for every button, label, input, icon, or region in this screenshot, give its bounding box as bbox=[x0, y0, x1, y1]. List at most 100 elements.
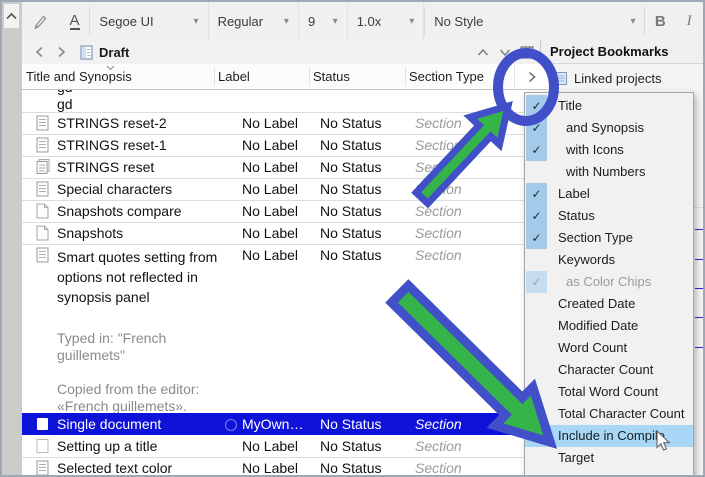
chevron-up-icon bbox=[6, 12, 17, 20]
previous-document-button[interactable] bbox=[472, 48, 494, 57]
menu-item-include-in-compile[interactable]: Include in Compile bbox=[525, 425, 693, 447]
row-synopsis: gd bbox=[57, 96, 73, 112]
paragraph-style-select[interactable]: No Style ▾ bbox=[425, 2, 644, 40]
table-row[interactable]: STRINGS reset No Label No Status Section bbox=[22, 156, 547, 179]
row-status: No Status bbox=[320, 247, 382, 263]
menu-item-target[interactable]: Target bbox=[525, 447, 693, 469]
bookmarks-list-clipped bbox=[694, 92, 703, 475]
row-section-type: Section bbox=[415, 137, 462, 153]
editor-header: Draft bbox=[22, 40, 540, 65]
font-style-value: Regular bbox=[217, 13, 264, 29]
document-stack-icon bbox=[36, 159, 50, 175]
check-icon: ✓ bbox=[526, 227, 547, 249]
table-row[interactable]: Setting up a title No Label No Status Se… bbox=[22, 435, 547, 458]
table-row[interactable]: Snapshots compare No Label No Status Sec… bbox=[22, 200, 547, 223]
chevron-right-icon bbox=[528, 71, 536, 82]
bookmarks-panel-title: Project Bookmarks bbox=[550, 44, 669, 59]
font-size-value: 9 bbox=[307, 13, 316, 29]
menu-item-word-count[interactable]: Word Count bbox=[525, 337, 693, 359]
menu-item-total-word-count[interactable]: Total Word Count bbox=[525, 381, 693, 403]
next-document-button[interactable] bbox=[494, 48, 516, 57]
table-row[interactable]: Special characters No Label No Status Se… bbox=[22, 178, 547, 201]
row-label: No Label bbox=[242, 181, 299, 197]
row-status: No Status bbox=[320, 137, 382, 153]
outliner-column-header: Title and Synopsis Label Status Section … bbox=[22, 64, 548, 90]
row-title: Single document bbox=[57, 416, 162, 432]
column-header-section-type[interactable]: Section Type bbox=[409, 64, 484, 89]
row-title: Selected text color bbox=[57, 460, 173, 476]
font-size-select[interactable]: 9 ▾ bbox=[299, 2, 348, 40]
row-label: No Label bbox=[242, 137, 299, 153]
chevron-down-icon: ▾ bbox=[409, 15, 415, 27]
show-columns-button[interactable] bbox=[514, 64, 548, 89]
table-row[interactable]: STRINGS reset-2 No Label No Status Secti… bbox=[22, 112, 547, 135]
column-header-status[interactable]: Status bbox=[313, 64, 350, 89]
table-row[interactable]: Snapshots No Label No Status Section bbox=[22, 222, 547, 245]
table-row[interactable]: Selected text color No Label No Status S… bbox=[22, 457, 547, 476]
menu-item-label[interactable]: ✓ Label bbox=[525, 183, 693, 205]
font-family-select[interactable]: Segoe UI ▾ bbox=[90, 2, 209, 40]
menu-item-section-type[interactable]: ✓ Section Type bbox=[525, 227, 693, 249]
table-row-selected[interactable]: Single document MyOwnLa… No Status Secti… bbox=[22, 413, 547, 435]
menu-item-target-type[interactable]: Target Type bbox=[525, 469, 693, 475]
row-label: No Label bbox=[242, 159, 299, 175]
project-document-icon bbox=[556, 71, 567, 85]
row-label: No Label bbox=[242, 460, 299, 476]
clipped-link-fragment bbox=[695, 279, 703, 289]
column-header-title[interactable]: Title and Synopsis bbox=[26, 64, 132, 89]
menu-item-with-numbers[interactable]: with Numbers bbox=[525, 161, 693, 183]
italic-button[interactable]: I bbox=[675, 2, 703, 40]
column-divider[interactable] bbox=[309, 67, 310, 86]
left-scroll-strip[interactable] bbox=[2, 2, 23, 475]
table-row[interactable]: gd gd bbox=[22, 90, 547, 113]
selected-document-icon bbox=[36, 416, 50, 432]
text-color-button[interactable]: A bbox=[60, 2, 90, 40]
menu-item-total-character-count[interactable]: Total Character Count bbox=[525, 403, 693, 425]
table-row[interactable]: Smart quotes setting from options not re… bbox=[22, 244, 547, 414]
row-title: Smart quotes setting from options not re… bbox=[57, 249, 218, 305]
font-style-select[interactable]: Regular ▾ bbox=[209, 2, 299, 40]
check-icon bbox=[526, 161, 547, 183]
row-status: No Status bbox=[320, 438, 382, 454]
text-document-icon bbox=[36, 460, 50, 475]
row-status: No Status bbox=[320, 181, 382, 197]
back-button[interactable] bbox=[28, 46, 50, 58]
row-synopsis: Typed in: "French guillemets" Copied fro… bbox=[57, 330, 200, 414]
row-title: Snapshots compare bbox=[57, 203, 182, 219]
menu-item-keywords[interactable]: Keywords bbox=[525, 249, 693, 271]
highlight-pen-button[interactable] bbox=[22, 2, 60, 40]
bold-button[interactable]: B bbox=[645, 2, 675, 40]
menu-item-created-date[interactable]: Created Date bbox=[525, 293, 693, 315]
row-section-type: Section bbox=[415, 181, 462, 197]
outliner-view-button[interactable] bbox=[516, 46, 538, 59]
menu-item-and-synopsis[interactable]: ✓ and Synopsis bbox=[525, 117, 693, 139]
menu-item-character-count[interactable]: Character Count bbox=[525, 359, 693, 381]
menu-item-with-icons[interactable]: ✓ with Icons bbox=[525, 139, 693, 161]
scroll-up-button[interactable] bbox=[4, 4, 19, 28]
menu-item-status[interactable]: ✓ Status bbox=[525, 205, 693, 227]
bookmark-item-linked-projects[interactable]: Linked projects bbox=[540, 64, 703, 92]
check-icon bbox=[526, 381, 547, 403]
menu-item-modified-date[interactable]: Modified Date bbox=[525, 315, 693, 337]
table-row[interactable]: STRINGS reset-1 No Label No Status Secti… bbox=[22, 134, 547, 157]
check-icon bbox=[526, 403, 547, 425]
list-divider bbox=[694, 207, 703, 208]
text-document-icon bbox=[36, 247, 50, 263]
line-spacing-select[interactable]: 1.0x ▾ bbox=[348, 2, 425, 40]
check-icon: ✓ bbox=[526, 117, 547, 139]
text-document-icon bbox=[36, 181, 50, 197]
paragraph-style-value: No Style bbox=[434, 13, 484, 29]
bold-label: B bbox=[654, 12, 666, 30]
text-color-label: A bbox=[69, 11, 80, 30]
menu-item-title[interactable]: ✓ Title bbox=[525, 95, 693, 117]
pen-icon bbox=[34, 15, 47, 29]
column-header-label[interactable]: Label bbox=[218, 64, 250, 89]
check-icon bbox=[526, 315, 547, 337]
column-divider[interactable] bbox=[405, 67, 406, 86]
line-spacing-value: 1.0x bbox=[356, 13, 382, 29]
row-status: No Status bbox=[320, 115, 382, 131]
row-title: STRINGS reset-2 bbox=[57, 115, 167, 131]
row-section-type: Section bbox=[415, 247, 462, 263]
forward-button[interactable] bbox=[50, 46, 72, 58]
column-divider[interactable] bbox=[214, 67, 215, 86]
